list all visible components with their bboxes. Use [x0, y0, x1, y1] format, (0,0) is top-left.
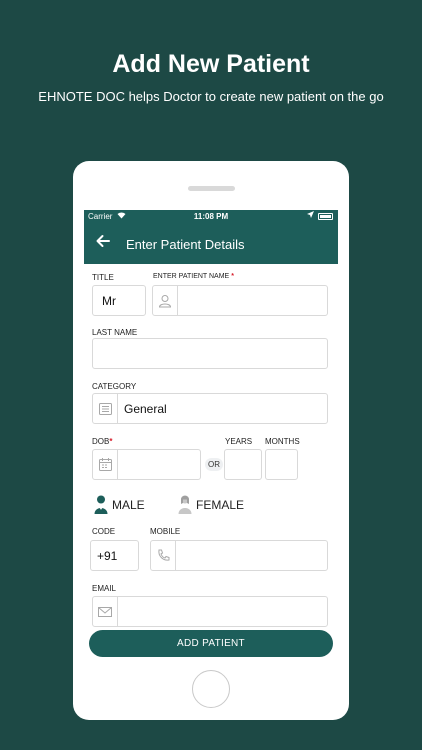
title-select[interactable]: Mr: [92, 285, 146, 316]
list-icon: [93, 394, 118, 423]
promo-headline: Add New Patient: [112, 50, 310, 78]
months-label: MONTHS: [265, 437, 300, 446]
phone-speaker: [188, 186, 235, 191]
dob-field[interactable]: [92, 449, 201, 480]
promo-subline: EHNOTE DOC helps Doctor to create new pa…: [38, 89, 384, 104]
person-icon: [153, 286, 178, 315]
last-name-label: LAST NAME: [92, 328, 138, 337]
email-label: EMAIL: [92, 584, 117, 593]
calendar-icon: [93, 450, 118, 479]
patient-name-label: ENTER PATIENT NAME *: [153, 273, 234, 280]
code-value: +91: [97, 548, 118, 563]
last-name-field[interactable]: [92, 338, 328, 369]
page-title: Enter Patient Details: [126, 237, 245, 252]
email-field[interactable]: [92, 596, 328, 627]
required-mark: *: [109, 437, 113, 446]
phone-icon: [151, 541, 176, 570]
code-field[interactable]: +91: [90, 540, 139, 571]
gender-male-option[interactable]: MALE: [94, 495, 145, 514]
add-patient-button[interactable]: ADD PATIENT: [89, 630, 333, 657]
status-time: 11:08 PM: [193, 212, 229, 221]
gender-female-option[interactable]: FEMALE: [178, 495, 244, 514]
phone-frame: Carrier 11:08 PM Enter Patient Details T…: [73, 161, 349, 720]
battery-icon: [318, 213, 333, 220]
arrow-left-icon[interactable]: [96, 233, 110, 253]
male-avatar-icon: [94, 495, 108, 514]
dob-label: DOB*: [92, 437, 113, 446]
category-select[interactable]: General: [92, 393, 328, 424]
location-icon: [307, 211, 314, 220]
months-field[interactable]: [265, 449, 298, 480]
title-label: TITLE: [92, 273, 114, 282]
app-screen: Carrier 11:08 PM Enter Patient Details T…: [84, 210, 338, 660]
code-label: CODE: [92, 527, 116, 536]
category-value: General: [124, 401, 167, 416]
female-avatar-icon: [178, 495, 192, 514]
male-label: MALE: [112, 497, 145, 512]
home-button[interactable]: [192, 670, 230, 708]
mobile-label: MOBILE: [150, 527, 181, 536]
years-field[interactable]: [224, 449, 262, 480]
or-badge: OR: [205, 458, 223, 471]
years-label: YEARS: [225, 437, 253, 446]
category-label: CATEGORY: [92, 382, 137, 391]
patient-name-field[interactable]: [152, 285, 328, 316]
female-label: FEMALE: [196, 497, 245, 512]
mobile-field[interactable]: [150, 540, 328, 571]
status-bar: Carrier 11:08 PM: [84, 210, 338, 224]
title-value: Mr: [102, 293, 116, 308]
mail-icon: [93, 597, 118, 626]
required-mark: *: [231, 273, 234, 280]
app-bar: Enter Patient Details: [84, 224, 338, 264]
